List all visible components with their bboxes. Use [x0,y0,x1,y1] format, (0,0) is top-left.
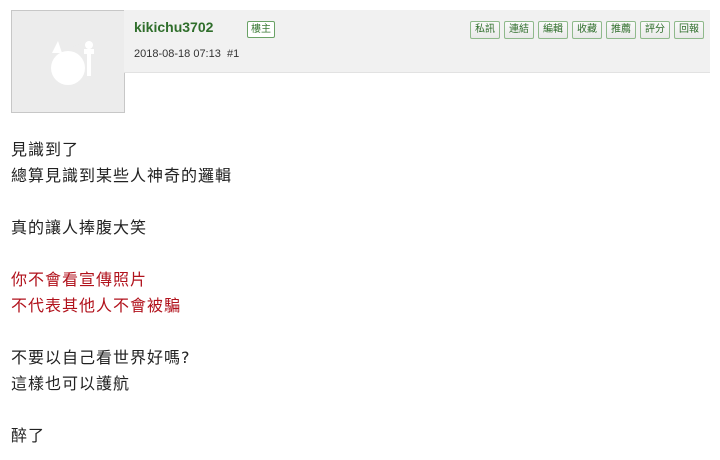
username[interactable]: kikichu3702 [134,19,213,35]
post-actions: 私訊 連結 編輯 收藏 推薦 評分 回報 [470,21,704,39]
report-button[interactable]: 回報 [674,21,704,39]
post-content: 見識到了 總算見識到某些人神奇的邏輯 真的讓人捧腹大笑 你不會看宣傳照片 不代表… [11,137,701,449]
content-line: 不要以自己看世界好嗎? [11,348,191,367]
content-line: 這樣也可以護航 [11,374,131,393]
forum-post: kikichu3702 樓主 2018-08-18 07:13 #1 私訊 連結… [0,0,720,460]
default-avatar-icon [51,41,94,85]
edit-button[interactable]: 編輯 [538,21,568,39]
highlighted-line: 不代表其他人不會被騙 [11,296,182,315]
content-line: 總算見識到某些人神奇的邏輯 [11,166,233,185]
avatar[interactable] [11,10,125,113]
link-button[interactable]: 連結 [504,21,534,39]
op-badge: 樓主 [247,21,275,38]
highlighted-line: 你不會看宣傳照片 [11,270,148,289]
private-message-button[interactable]: 私訊 [470,21,500,39]
content-line: 醉了 [11,426,46,445]
recommend-button[interactable]: 推薦 [606,21,636,39]
rate-button[interactable]: 評分 [640,21,670,39]
favorite-button[interactable]: 收藏 [572,21,602,39]
post-header: kikichu3702 樓主 2018-08-18 07:13 #1 私訊 連結… [124,10,710,73]
content-line: 真的讓人捧腹大笑 [11,218,148,237]
content-line: 見識到了 [11,140,80,159]
post-meta: 2018-08-18 07:13 #1 [134,48,240,60]
